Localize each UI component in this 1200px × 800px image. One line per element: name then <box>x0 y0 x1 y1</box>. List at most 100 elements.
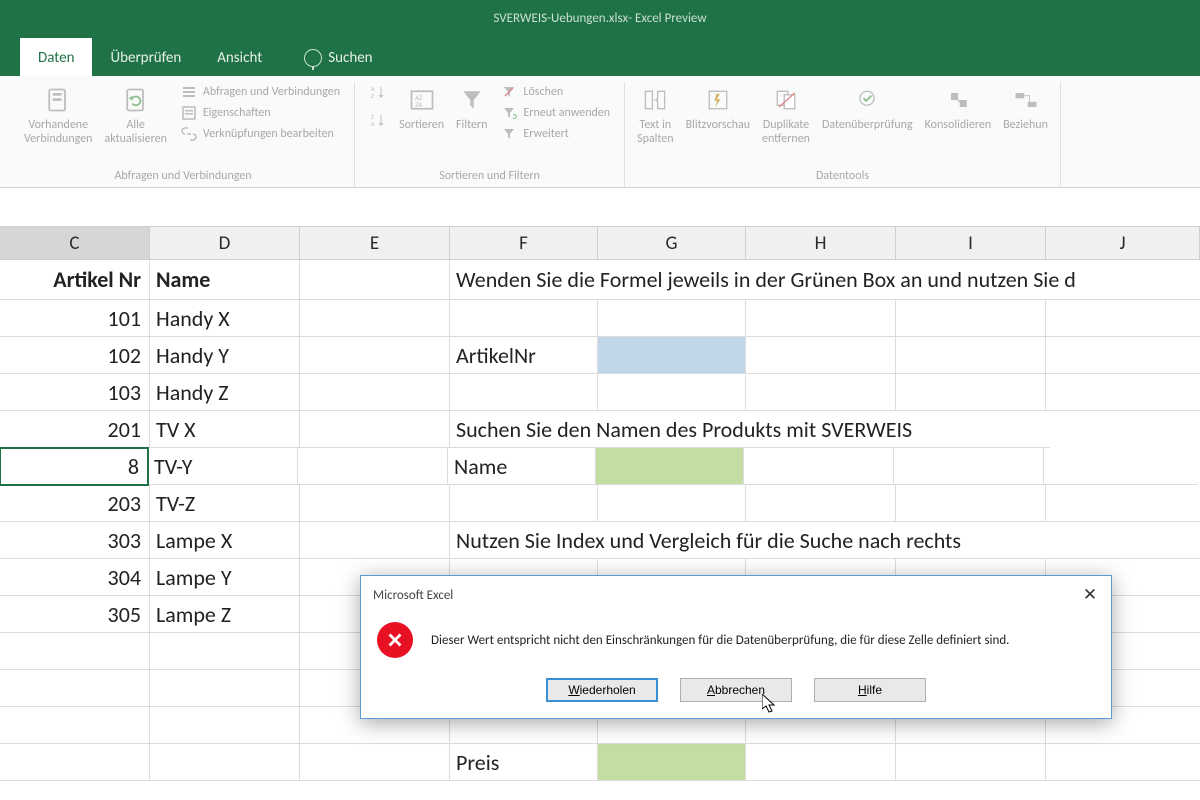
cell[interactable]: Handy X <box>150 300 300 337</box>
cell[interactable]: Nutzen Sie Index und Vergleich für die S… <box>450 522 1200 559</box>
cell[interactable]: Name <box>448 448 596 485</box>
cell[interactable] <box>896 300 1046 337</box>
filtern-button[interactable]: Filtern <box>454 82 489 136</box>
cell-instruction[interactable]: Wenden Sie die Formel jeweils in der Grü… <box>450 260 1200 300</box>
help-button[interactable]: Hilfe <box>814 678 926 702</box>
cell-header-artikel[interactable]: Artikel Nr <box>0 260 150 300</box>
cell[interactable] <box>300 337 450 374</box>
cell[interactable] <box>150 633 300 670</box>
column-header-E[interactable]: E <box>300 227 450 259</box>
cell[interactable] <box>746 300 896 337</box>
cell[interactable] <box>450 485 598 522</box>
cell[interactable] <box>598 744 746 781</box>
tab-ansicht[interactable]: Ansicht <box>199 38 280 76</box>
erneut-button[interactable]: Erneut anwenden <box>497 103 614 123</box>
tab-daten[interactable]: Daten <box>20 38 92 76</box>
cell[interactable]: Lampe Z <box>150 596 300 633</box>
cell[interactable] <box>300 411 450 448</box>
column-header-C[interactable]: C <box>0 227 150 259</box>
column-header-I[interactable]: I <box>896 227 1046 259</box>
verknuepfungen-button[interactable]: Verknüpfungen bearbeiten <box>177 124 338 144</box>
cell[interactable] <box>896 485 1046 522</box>
sort-desc-button[interactable]: ZA <box>365 110 389 130</box>
vorhandene-verbindungen-button[interactable]: Vorhandene Verbindungen <box>22 82 94 150</box>
column-header-F[interactable]: F <box>450 227 598 259</box>
tab-ueberpruefen[interactable]: Überprüfen <box>92 38 199 76</box>
cell[interactable] <box>1046 485 1200 522</box>
cancel-button[interactable]: Abbrechen <box>680 678 792 702</box>
cell[interactable] <box>746 744 896 781</box>
cell[interactable]: 103 <box>0 374 150 411</box>
cell[interactable]: Lampe Y <box>150 559 300 596</box>
cell[interactable]: Lampe X <box>150 522 300 559</box>
sort-asc-button[interactable]: AZ <box>365 82 389 102</box>
cell[interactable] <box>0 670 150 707</box>
cell[interactable] <box>744 448 894 485</box>
blitzvorschau-button[interactable]: Blitzvorschau <box>684 82 752 136</box>
cell[interactable] <box>300 522 450 559</box>
cell[interactable] <box>894 448 1044 485</box>
cell[interactable] <box>896 744 1046 781</box>
cell[interactable]: 201 <box>0 411 150 448</box>
cell[interactable]: TV-Z <box>150 485 300 522</box>
column-header-D[interactable]: D <box>150 227 300 259</box>
cell[interactable]: 102 <box>0 337 150 374</box>
sortieren-button[interactable]: AZZA Sortieren <box>397 82 446 136</box>
cell-header-name[interactable]: Name <box>150 260 300 300</box>
cell[interactable] <box>1046 337 1200 374</box>
cell[interactable] <box>598 485 746 522</box>
cell[interactable] <box>598 337 746 374</box>
column-header-J[interactable]: J <box>1046 227 1200 259</box>
duplikate-button[interactable]: Duplikate entfernen <box>760 82 812 150</box>
cell[interactable] <box>1046 300 1200 337</box>
cell[interactable] <box>746 337 896 374</box>
cell[interactable] <box>300 260 450 300</box>
cell[interactable]: 305 <box>0 596 150 633</box>
cell[interactable] <box>896 337 1046 374</box>
cell[interactable]: 203 <box>0 485 150 522</box>
cell[interactable] <box>1046 744 1200 781</box>
cell[interactable] <box>598 300 746 337</box>
cell[interactable] <box>596 448 744 485</box>
cell[interactable] <box>150 707 300 744</box>
cell[interactable] <box>0 633 150 670</box>
konsolidieren-button[interactable]: Konsolidieren <box>923 82 994 136</box>
cell[interactable]: Preis <box>450 744 598 781</box>
retry-button[interactable]: Wiederholen <box>546 678 658 702</box>
cell[interactable] <box>300 744 450 781</box>
cell[interactable] <box>450 300 598 337</box>
cell[interactable] <box>300 485 450 522</box>
cell[interactable] <box>0 744 150 781</box>
cell[interactable] <box>150 744 300 781</box>
cell[interactable]: Suchen Sie den Namen des Produkts mit SV… <box>450 411 1050 448</box>
cell[interactable]: Handy Z <box>150 374 300 411</box>
cell[interactable] <box>300 300 450 337</box>
cell[interactable]: 101 <box>0 300 150 337</box>
column-header-G[interactable]: G <box>598 227 746 259</box>
eigenschaften-button[interactable]: Eigenschaften <box>177 103 275 123</box>
tab-suchen[interactable]: Suchen <box>286 38 390 76</box>
cell[interactable] <box>298 448 448 485</box>
cell[interactable] <box>450 374 598 411</box>
loeschen-button[interactable]: Löschen <box>497 82 567 102</box>
cell[interactable]: ArtikelNr <box>450 337 598 374</box>
cell[interactable] <box>598 374 746 411</box>
datenueberpruefung-button[interactable]: Datenüberprüfung <box>820 82 915 136</box>
erweitert-button[interactable]: Erweitert <box>497 124 572 144</box>
alle-aktualisieren-button[interactable]: Alle aktualisieren <box>102 82 168 150</box>
cell[interactable] <box>896 374 1046 411</box>
cell[interactable] <box>150 670 300 707</box>
beziehungen-button[interactable]: Beziehun <box>1001 82 1050 136</box>
cell[interactable]: 8 <box>0 447 149 486</box>
cell[interactable] <box>0 707 150 744</box>
cell[interactable] <box>300 374 450 411</box>
cell[interactable]: 303 <box>0 522 150 559</box>
cell[interactable] <box>746 374 896 411</box>
cell[interactable]: TV X <box>150 411 300 448</box>
cell[interactable]: Handy Y <box>150 337 300 374</box>
cell[interactable]: 304 <box>0 559 150 596</box>
dialog-close-button[interactable]: ✕ <box>1079 584 1101 606</box>
text-spalten-button[interactable]: Text in Spalten <box>635 82 676 150</box>
cell[interactable] <box>1044 448 1198 485</box>
cell[interactable] <box>1046 374 1200 411</box>
